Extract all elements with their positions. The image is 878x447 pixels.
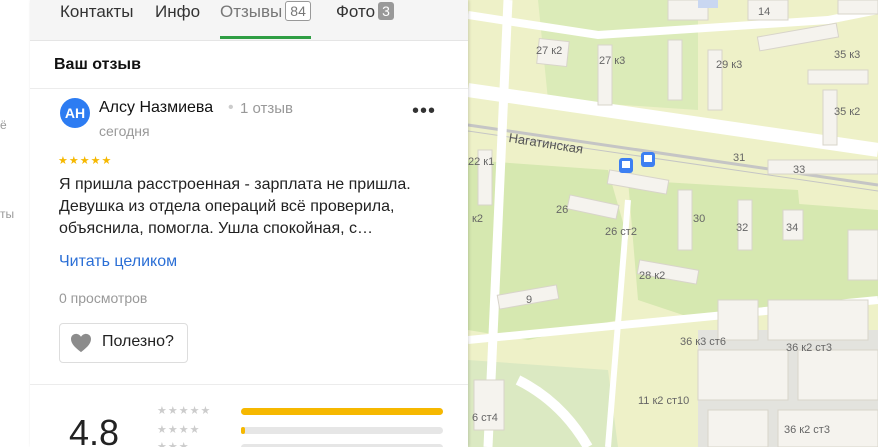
tab-reviews-label: Отзывы <box>220 2 283 21</box>
useful-label: Полезно? <box>102 333 174 350</box>
tab-reviews-count: 84 <box>285 1 311 21</box>
map-label: к2 <box>472 213 483 225</box>
heart-icon <box>71 333 91 353</box>
rail-label-2: ты <box>0 207 15 221</box>
map-label: 33 <box>793 164 806 176</box>
useful-button[interactable]: Полезно? <box>59 323 188 363</box>
map-label: 31 <box>733 152 746 164</box>
tab-bar: Контакты Инфо Отзывы 84 Фото 3 <box>30 0 468 41</box>
map-label: 11 к2 ст10 <box>638 395 690 407</box>
map-label: 6 ст4 <box>472 412 498 424</box>
rating-bar-fill <box>241 427 246 434</box>
map-view[interactable]: Нагатинская 14 27 к2 27 к3 29 к3 35 к3 3… <box>468 0 878 447</box>
average-rating: 4.8 <box>69 412 120 447</box>
divider <box>30 88 468 89</box>
tab-photos[interactable]: Фото 3 <box>336 0 394 40</box>
map-label: 36 к2 ст3 <box>784 424 830 436</box>
map-canvas[interactable] <box>468 0 878 447</box>
map-label: 27 к2 <box>536 45 563 57</box>
map-label: 32 <box>736 222 749 234</box>
review-date: сегодня <box>99 123 150 139</box>
map-label: 29 к3 <box>716 59 743 71</box>
map-label: 22 к1 <box>468 156 495 168</box>
reviews-panel: Контакты Инфо Отзывы 84 Фото 3 Ваш отзыв А… <box>30 0 468 447</box>
map-label: 34 <box>786 222 799 234</box>
rating-bar-stars: ★★★★ <box>157 424 201 436</box>
section-title: Ваш отзыв <box>54 56 141 73</box>
rating-bar-stars: ★★★ <box>157 441 190 447</box>
rating-bar-track <box>241 408 443 415</box>
map-label: 26 <box>556 204 569 216</box>
map-label: 36 к3 ст6 <box>680 336 726 348</box>
review-text: Я пришла расстроенная - зарплата не приш… <box>59 176 411 237</box>
read-more-link[interactable]: Читать целиком <box>59 253 177 271</box>
rail-label-1: ё <box>0 118 7 132</box>
map-label: 28 к2 <box>639 270 666 282</box>
map-label: 30 <box>693 213 706 225</box>
divider <box>30 384 468 385</box>
rating-bar-fill <box>241 408 443 415</box>
tab-contacts[interactable]: Контакты <box>60 0 133 40</box>
map-label: 35 к3 <box>834 49 861 61</box>
tab-contacts-label: Контакты <box>60 2 134 21</box>
avatar[interactable]: АН <box>60 98 90 128</box>
author-reviews-count: 1 отзыв <box>240 100 294 117</box>
rating-bar-track <box>241 427 443 434</box>
map-label: 14 <box>758 6 771 18</box>
map-label: 27 к3 <box>599 55 626 67</box>
tab-photos-count: 3 <box>378 2 394 20</box>
author-name[interactable]: Алсу Назмиева <box>99 99 213 117</box>
tab-info[interactable]: Инфо <box>155 0 200 40</box>
left-rail: ё ты <box>0 0 31 447</box>
map-label: 35 к2 <box>834 106 861 118</box>
map-label: 9 <box>526 294 533 306</box>
tab-info-label: Инфо <box>155 2 201 21</box>
more-options-icon[interactable]: ••• <box>412 100 436 123</box>
views-count: 0 просмотров <box>59 290 148 306</box>
rating-bar-stars: ★★★★★ <box>157 405 212 417</box>
separator-dot: • <box>228 99 234 116</box>
tab-reviews[interactable]: Отзывы 84 <box>220 0 311 40</box>
map-label: 26 ст2 <box>605 226 637 238</box>
review-stars: ★★★★★ <box>58 155 113 167</box>
map-label: 36 к2 ст3 <box>786 342 832 354</box>
tab-photos-label: Фото <box>336 2 376 21</box>
